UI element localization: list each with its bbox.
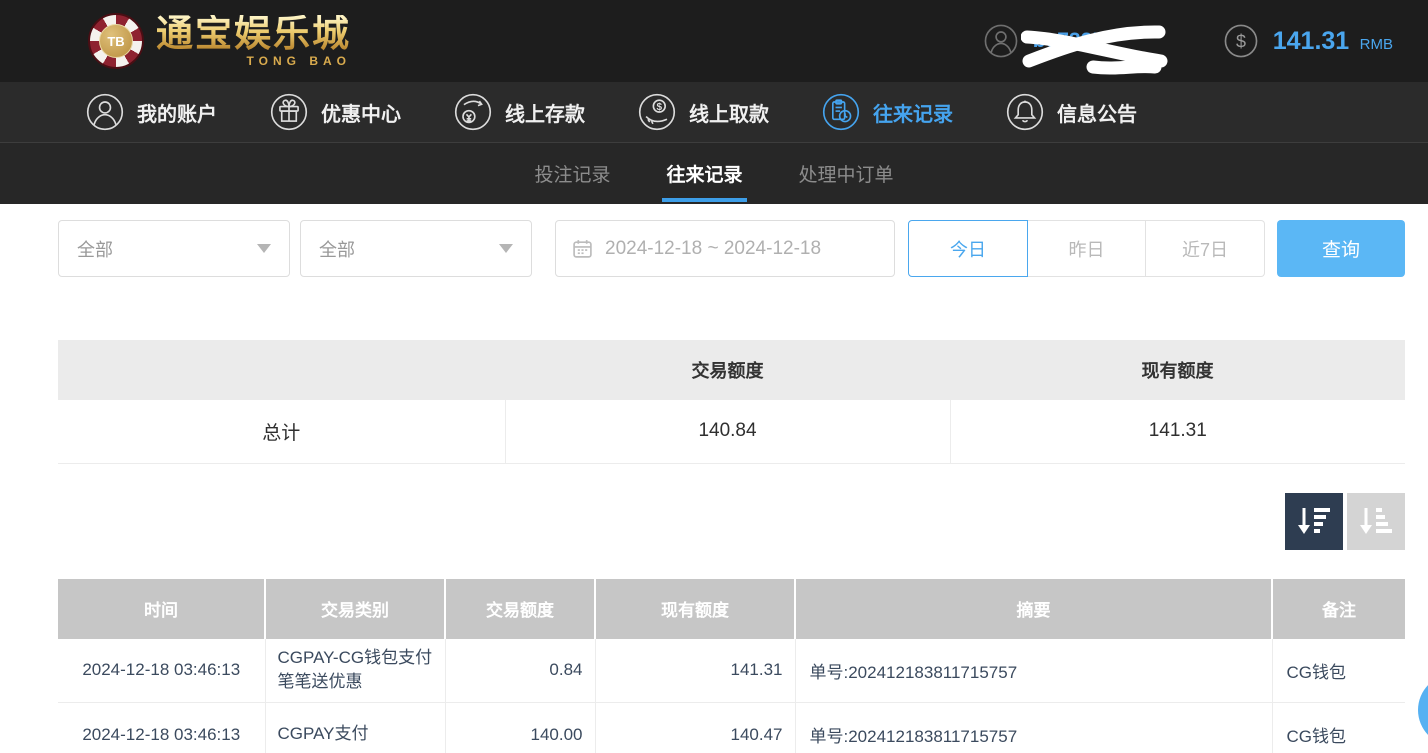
category-select-value: 全部 xyxy=(319,236,355,262)
user-icon xyxy=(983,23,1019,59)
brand-name-cn: 通宝娱乐城 xyxy=(156,15,351,52)
chevron-down-icon xyxy=(257,244,271,253)
brand-name-en: TONG BAO xyxy=(156,54,351,68)
username: bc7325 xyxy=(1033,29,1153,53)
deposit-icon xyxy=(453,92,493,132)
last7days-button[interactable]: 近7日 xyxy=(1146,220,1265,277)
summary-header-current-balance: 现有额度 xyxy=(950,340,1405,400)
brand-logo[interactable]: TB 通宝娱乐城 TONG BAO xyxy=(88,13,351,69)
poker-chip-icon: TB xyxy=(88,13,144,69)
nav-label: 往来记录 xyxy=(873,98,953,127)
col-header-summary: 摘要 xyxy=(795,579,1272,639)
balance-text: 141.31 RMB xyxy=(1273,27,1393,56)
summary-header-row: 交易额度 现有额度 xyxy=(58,340,1405,400)
type-select[interactable]: 全部 xyxy=(58,220,290,277)
svg-text:$: $ xyxy=(656,102,662,113)
tab-processing-orders[interactable]: 处理中订单 xyxy=(795,143,898,204)
summary-header-transaction-amount: 交易额度 xyxy=(505,340,950,400)
cell-summary: 单号:202412183811715757 xyxy=(795,639,1272,703)
nav-item-promotions[interactable]: 优惠中心 xyxy=(269,92,401,132)
balance[interactable]: $ 141.31 RMB xyxy=(1223,23,1393,59)
summary-header-empty xyxy=(58,340,505,400)
calendar-icon xyxy=(572,238,593,259)
records-table: 时间 交易类别 交易额度 现有额度 摘要 备注 2024-12-18 03:46… xyxy=(58,579,1405,753)
cell-type: CGPAY支付 xyxy=(265,703,445,753)
user-circle-icon xyxy=(85,92,125,132)
tab-betting-records[interactable]: 投注记录 xyxy=(530,143,614,204)
cell-summary: 单号:202412183811715757 xyxy=(795,703,1272,753)
date-range-value: 2024-12-18 ~ 2024-12-18 xyxy=(605,238,821,260)
cell-time: 2024-12-18 03:46:13 xyxy=(58,639,265,703)
bell-icon xyxy=(1005,92,1045,132)
nav-label: 线上取款 xyxy=(689,98,769,127)
brand-text: 通宝娱乐城 TONG BAO xyxy=(156,15,351,68)
table-row: 2024-12-18 03:46:13 CGPAY支付 140.00 140.4… xyxy=(58,703,1405,753)
summary-total-row: 总计 140.84 141.31 xyxy=(58,400,1405,463)
category-select[interactable]: 全部 xyxy=(300,220,532,277)
sort-descending-icon xyxy=(1294,503,1334,539)
today-button[interactable]: 今日 xyxy=(908,220,1028,277)
cell-amount: 0.84 xyxy=(445,639,595,703)
topbar: TB 通宝娱乐城 TONG BAO bc7325 xyxy=(0,0,1428,82)
sort-ascending-button[interactable] xyxy=(1347,493,1405,550)
cell-balance: 141.31 xyxy=(595,639,795,703)
nav-label: 线上存款 xyxy=(505,98,585,127)
nav-item-announcements[interactable]: 信息公告 xyxy=(1005,92,1137,132)
withdraw-icon: $ xyxy=(637,92,677,132)
svg-text:$: $ xyxy=(1236,32,1246,52)
main-nav: 我的账户 优惠中心 线上存款 $ xyxy=(0,82,1428,143)
nav-item-my-account[interactable]: 我的账户 xyxy=(85,92,217,132)
records-icon xyxy=(821,92,861,132)
gift-icon xyxy=(269,92,309,132)
sort-ascending-icon xyxy=(1356,503,1396,539)
sort-controls xyxy=(58,493,1405,550)
subtabs: 投注记录 往来记录 处理中订单 xyxy=(0,143,1428,204)
nav-label: 我的账户 xyxy=(137,98,217,127)
col-header-remark: 备注 xyxy=(1272,579,1405,639)
summary-balance-total: 141.31 xyxy=(950,400,1405,463)
col-header-balance: 现有额度 xyxy=(595,579,795,639)
nav-item-transaction-records[interactable]: 往来记录 xyxy=(821,92,953,132)
tab-transaction-records[interactable]: 往来记录 xyxy=(662,143,746,204)
nav-label: 优惠中心 xyxy=(321,98,401,127)
user-account[interactable]: bc7325 xyxy=(983,23,1153,59)
date-range-picker[interactable]: 2024-12-18 ~ 2024-12-18 xyxy=(555,220,895,277)
table-row: 2024-12-18 03:46:13 CGPAY-CG钱包支付笔笔送优惠 0.… xyxy=(58,639,1405,703)
topbar-right: bc7325 $ 141.31 RMB xyxy=(983,23,1393,59)
cell-remark: CG钱包 xyxy=(1272,703,1405,753)
yesterday-button[interactable]: 昨日 xyxy=(1028,220,1146,277)
balance-amount: 141.31 xyxy=(1273,27,1349,55)
page: TB 通宝娱乐城 TONG BAO bc7325 xyxy=(0,0,1428,753)
filter-row: 全部 全部 2024-12-18 ~ 2024-12-18 今日 xyxy=(58,220,1405,277)
dollar-icon: $ xyxy=(1223,23,1259,59)
quick-date-group: 今日 昨日 近7日 xyxy=(908,220,1265,277)
nav-item-deposit[interactable]: 线上存款 xyxy=(453,92,585,132)
summary-table: 交易额度 现有额度 总计 140.84 141.31 xyxy=(58,340,1405,464)
cell-time: 2024-12-18 03:46:13 xyxy=(58,703,265,753)
col-header-type: 交易类别 xyxy=(265,579,445,639)
col-header-amount: 交易额度 xyxy=(445,579,595,639)
nav-item-withdraw[interactable]: $ 线上取款 xyxy=(637,92,769,132)
sort-descending-button[interactable] xyxy=(1285,493,1343,550)
chip-label: TB xyxy=(99,24,133,58)
content: 全部 全部 2024-12-18 ~ 2024-12-18 今日 xyxy=(0,220,1428,753)
type-select-value: 全部 xyxy=(77,236,113,262)
col-header-time: 时间 xyxy=(58,579,265,639)
cell-type: CGPAY-CG钱包支付笔笔送优惠 xyxy=(265,639,445,703)
cell-remark: CG钱包 xyxy=(1272,639,1405,703)
summary-total-label: 总计 xyxy=(58,400,505,463)
search-button[interactable]: 查询 xyxy=(1277,220,1405,277)
records-header-row: 时间 交易类别 交易额度 现有额度 摘要 备注 xyxy=(58,579,1405,639)
summary-transaction-total: 140.84 xyxy=(505,400,950,463)
nav-label: 信息公告 xyxy=(1057,98,1137,127)
cell-balance: 140.47 xyxy=(595,703,795,753)
balance-currency: RMB xyxy=(1360,36,1393,53)
cell-amount: 140.00 xyxy=(445,703,595,753)
chevron-down-icon xyxy=(499,244,513,253)
